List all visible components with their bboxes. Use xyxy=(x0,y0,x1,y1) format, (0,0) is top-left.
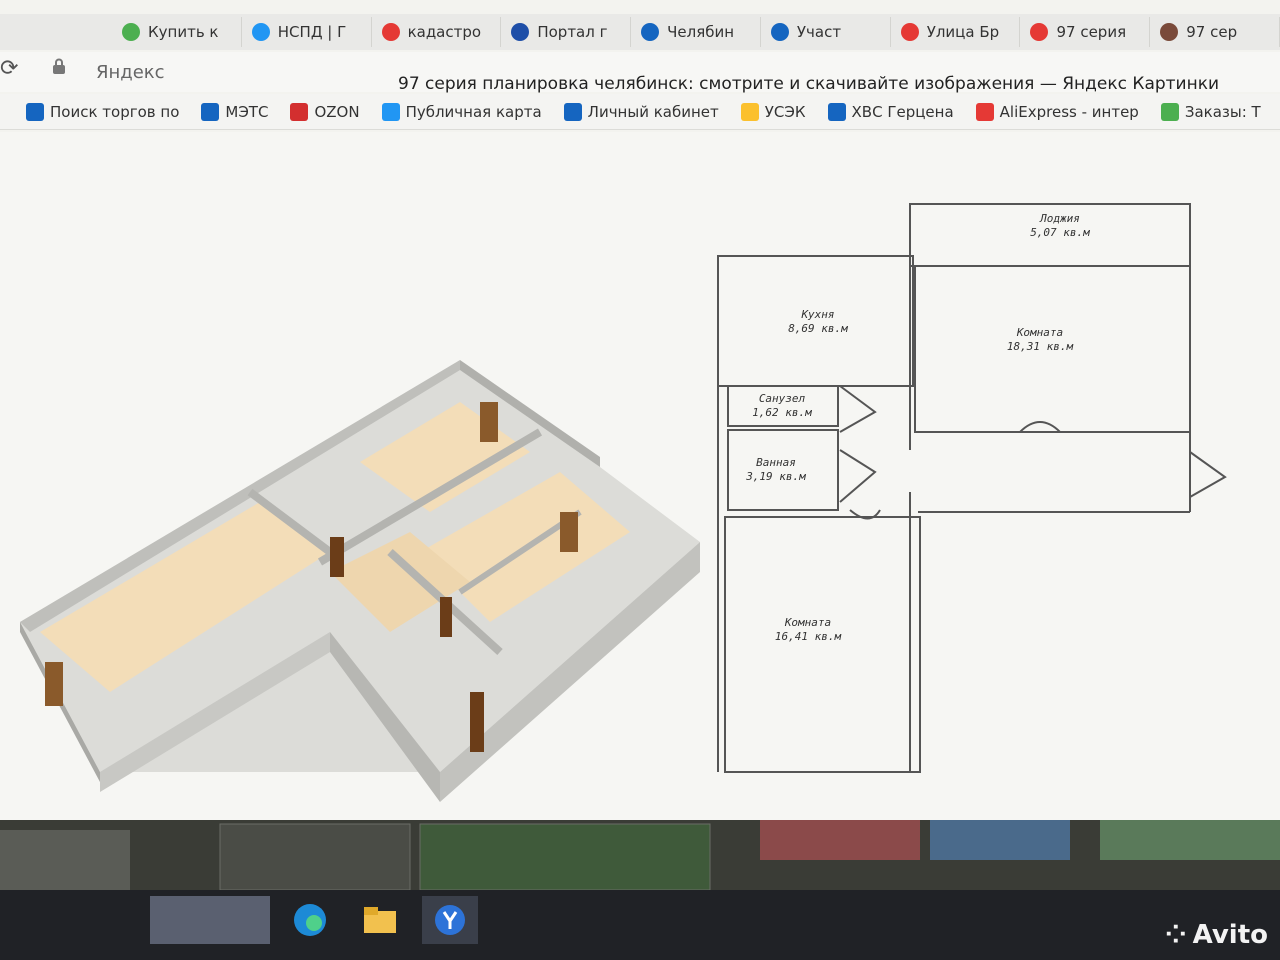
tab-label: Участ xyxy=(796,23,842,41)
bookmark-4[interactable]: Личный кабинет xyxy=(563,102,719,121)
tab-bar: Купить к НСПД | Г кадастро Портал г Челябин У… xyxy=(0,14,1280,50)
bookmark-label: МЭТС xyxy=(225,102,269,121)
taskbar xyxy=(0,890,1280,960)
room-area: 18,31 кв.м xyxy=(1007,340,1074,353)
site-name[interactable]: Яндекс xyxy=(96,62,165,83)
bookmark-7[interactable]: AliExpress - интер xyxy=(975,102,1139,121)
avatar-icon xyxy=(1160,23,1179,41)
bookmark-label: AliExpress - интер xyxy=(999,102,1139,121)
bird-icon xyxy=(770,23,789,41)
room-name: Санузел xyxy=(759,392,806,405)
app-icon xyxy=(122,23,140,41)
tab-label: НСПД | Г xyxy=(277,23,347,41)
tab-3[interactable]: Портал г xyxy=(501,17,632,47)
room-name: Комната xyxy=(1016,326,1063,339)
tab-4[interactable]: Челябин xyxy=(631,17,761,47)
reload-icon[interactable]: ⟳ xyxy=(0,56,18,81)
map-icon xyxy=(381,102,400,121)
bookmark-label: ХВС Герцена xyxy=(851,102,954,121)
bookmarks-bar: Поиск торгов по МЭТС OZON Публичная карта Ли… xyxy=(0,94,1280,130)
tab-label: Купить к xyxy=(148,23,219,41)
room-area: 5,07 кв.м xyxy=(1030,226,1090,239)
tab-label: Улица Бр xyxy=(926,23,1000,41)
avito-watermark: ⁘ Avito xyxy=(1164,920,1268,950)
bookmark-8[interactable]: Заказы: Т xyxy=(1160,102,1261,121)
floorplan-2d xyxy=(717,203,1227,773)
bookmark-label: Поиск торгов по xyxy=(50,102,180,121)
bookmark-5[interactable]: УСЭК xyxy=(740,102,806,121)
room-name: Ванная xyxy=(756,456,796,469)
tab-6[interactable]: Улица Бр xyxy=(891,17,1021,47)
bookmark-label: Публичная карта xyxy=(405,102,542,121)
yandex-browser-icon[interactable] xyxy=(422,896,478,944)
bookmark-0[interactable]: Поиск торгов по xyxy=(26,102,180,121)
page-title: 97 серия планировка челябинск: смотрите … xyxy=(398,74,1220,94)
room-area: 3,19 кв.м xyxy=(745,470,806,483)
tab-label: 97 сер xyxy=(1186,23,1238,41)
tab-5[interactable]: Участ xyxy=(761,17,891,47)
bookmark-2[interactable]: OZON xyxy=(290,102,360,121)
avito-logo-icon: ⁘ xyxy=(1164,920,1187,950)
tab-label: Портал г xyxy=(537,23,608,41)
aliexpress-icon xyxy=(975,102,994,121)
bulb-icon xyxy=(740,102,759,121)
yandex-icon xyxy=(1030,23,1049,41)
lock-icon xyxy=(53,58,65,74)
monitor-screen: Купить к НСПД | Г кадастро Портал г Челябин У… xyxy=(0,0,1280,960)
folder-icon[interactable] xyxy=(352,896,408,944)
bookmark-label: OZON xyxy=(314,102,360,121)
tab-8[interactable]: 97 сер xyxy=(1150,17,1280,47)
room-name: Лоджия xyxy=(1039,212,1080,225)
room-area: 16,41 кв.м xyxy=(775,630,842,643)
globe-icon xyxy=(251,23,270,41)
room-name: Комната xyxy=(784,616,831,629)
tab-label: кадастро xyxy=(407,23,482,41)
tab-7[interactable]: 97 серия xyxy=(1020,17,1151,47)
tab-label: 97 серия xyxy=(1056,23,1127,41)
floorplan-image[interactable]: Лоджия 5,07 кв.м Кухня 8,69 кв.м Комната… xyxy=(0,132,1280,832)
doc-icon xyxy=(827,102,846,121)
bookmark-6[interactable]: ХВС Герцена xyxy=(827,102,954,121)
flag-icon xyxy=(511,23,530,41)
bookmark-1[interactable]: МЭТС xyxy=(201,102,269,121)
bookmark-label: УСЭК xyxy=(764,102,806,121)
pin-icon xyxy=(900,23,919,41)
bird-icon xyxy=(641,23,660,41)
isometric-plan xyxy=(20,360,700,802)
tab-0[interactable]: Купить к xyxy=(112,17,242,47)
taskbar-preview[interactable] xyxy=(150,896,270,944)
bird-icon xyxy=(26,102,44,121)
bookmark-3[interactable]: Публичная карта xyxy=(381,102,542,121)
tab-label: Челябин xyxy=(667,23,735,41)
room-area: 8,69 кв.м xyxy=(788,322,848,335)
mets-icon xyxy=(201,102,220,121)
bookmark-label: Личный кабинет xyxy=(587,102,719,121)
room-name: Кухня xyxy=(800,308,834,321)
room-area: 1,62 кв.м xyxy=(752,406,812,419)
image-viewer: Лоджия 5,07 кв.м Кухня 8,69 кв.м Комната… xyxy=(0,132,1280,832)
tab-1[interactable]: НСПД | Г xyxy=(242,17,372,47)
edge-icon[interactable] xyxy=(282,896,338,944)
ozon-icon xyxy=(290,102,309,121)
bookmark-label: Заказы: Т xyxy=(1184,102,1261,121)
tab-2[interactable]: кадастро xyxy=(372,17,502,47)
app-icon xyxy=(1160,102,1179,121)
room-labels: Лоджия 5,07 кв.м Кухня 8,69 кв.м Комната… xyxy=(745,212,1090,643)
yandex-icon xyxy=(381,23,400,41)
address-bar[interactable]: ⟳ Яндекс 97 серия планировка челябинск: … xyxy=(0,52,1280,94)
bird-icon xyxy=(563,102,582,121)
thumbnail-strip xyxy=(0,820,1280,890)
